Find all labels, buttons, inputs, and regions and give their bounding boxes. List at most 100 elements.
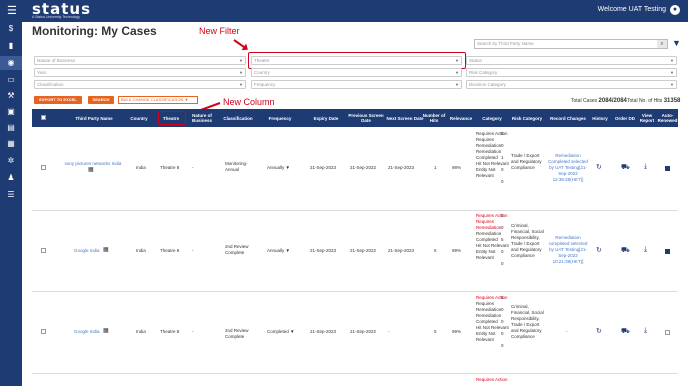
sidebar-tablet-icon[interactable]: ▭	[0, 73, 22, 87]
category-counts: 50000	[501, 295, 504, 348]
order-dd-cart-icon[interactable]: ⛟	[621, 327, 630, 336]
col-next-screen-date[interactable]: Next Screen Date	[386, 109, 424, 127]
search-icon[interactable]: ⌕	[657, 40, 667, 48]
third-party-search-input[interactable]: Search by Third Party Name ⌕	[474, 39, 668, 49]
sidebar-building-icon[interactable]: ▮	[0, 39, 22, 53]
bulk-change-classification-select[interactable]: BULK CHANGE CLASSIFICATION ▼	[118, 96, 198, 104]
order-dd-cart-icon[interactable]: ⛟	[621, 163, 630, 172]
sidebar-gavel-icon[interactable]: ⚒	[0, 89, 22, 103]
annotation-arrow-filter	[233, 39, 247, 50]
risk-category-select[interactable]: Risk Category ▼	[466, 68, 677, 77]
sidebar-monitoring-eye-icon[interactable]: ◉	[0, 56, 22, 70]
filter-icon[interactable]: ▼	[672, 38, 681, 48]
auto-renewed-checkbox[interactable]	[665, 330, 670, 335]
nature-of-business-select[interactable]: Nature of Business ▼	[34, 56, 246, 65]
col-frequency[interactable]: Frequency	[262, 109, 298, 127]
col-auto-renewed: Auto-Renewed	[657, 113, 678, 123]
col-relevance[interactable]: Relevance	[448, 109, 474, 127]
third-party-name-link[interactable]: Google India	[74, 248, 100, 254]
classification-cell: 2nd Review Complete	[225, 244, 249, 255]
sidebar-settings-icon[interactable]: ✲	[0, 154, 22, 168]
table-row[interactable]: Requires Action	[32, 374, 678, 386]
sidebar-list-icon[interactable]: ☰	[0, 188, 22, 202]
sidebar-document-icon[interactable]: ▤	[0, 121, 22, 135]
order-dd-cart-icon[interactable]: ⛟	[621, 246, 630, 255]
history-icon[interactable]: ↻	[596, 246, 602, 254]
user-account-icon[interactable]: ●	[670, 5, 680, 15]
download-report-icon[interactable]: ⤓	[644, 246, 647, 254]
export-to-excel-button[interactable]: EXPORT TO EXCEL	[34, 96, 82, 104]
theatre-cell: Theatre 8	[160, 329, 180, 334]
table-row[interactable]: Google India ▦ India Theatre 8 - 2nd Rev…	[32, 211, 678, 292]
col-history: History	[592, 115, 608, 121]
row-checkbox[interactable]	[41, 329, 46, 334]
col-category: Category	[482, 115, 502, 121]
col-previous-screen-date[interactable]: Previous Screen Date	[346, 109, 386, 127]
country-select[interactable]: Country ▼	[251, 68, 462, 77]
download-report-icon[interactable]: ⤓	[644, 163, 647, 171]
nature-of-business-cell: -	[192, 165, 194, 170]
search-button[interactable]: SEARCH	[88, 96, 114, 104]
col-classification[interactable]: Classification	[219, 109, 257, 127]
history-icon[interactable]: ↻	[596, 163, 602, 171]
hits-cell: 1	[434, 165, 437, 170]
row-checkbox[interactable]	[41, 248, 46, 253]
frequency-select[interactable]: Frequency ▼	[251, 80, 462, 89]
decision-category-select[interactable]: Decision Category ▼	[466, 80, 677, 89]
col-view-report: View Report	[639, 113, 655, 123]
frequency-dropdown[interactable]: Annually ▼	[267, 248, 290, 254]
select-all-checkbox[interactable]	[41, 115, 46, 120]
year-select[interactable]: Year ▼	[34, 68, 246, 77]
status-select[interactable]: Status ▼	[466, 56, 677, 65]
app-logo[interactable]: status	[32, 2, 91, 17]
hamburger-menu-icon[interactable]: ☰	[7, 5, 17, 17]
category-counts: 00100	[501, 131, 504, 184]
annotation-new-filter: New Filter	[199, 26, 240, 36]
welcome-text: Welcome UAT Testing	[597, 6, 666, 13]
app-logo-subtitle: A Status University Technology	[32, 15, 80, 19]
col-country[interactable]: Country	[126, 109, 152, 127]
total-cases: Total Cases 2084/2084	[571, 98, 627, 104]
sidebar-chart-icon[interactable]: ▦	[0, 137, 22, 151]
relevance-cell: 98%	[452, 165, 462, 170]
total-hits: Total No. of Hits 31358	[627, 98, 681, 104]
sidebar-box-icon[interactable]: ▣	[0, 105, 22, 119]
frequency-dropdown[interactable]: Annually ▼	[267, 165, 290, 171]
frequency-dropdown[interactable]: Completed ▼	[267, 329, 294, 335]
risk-category-cell: Trade / Export and Regulatory Compliance	[511, 153, 542, 170]
sidebar-user-icon[interactable]: ♟	[0, 171, 22, 185]
row-checkbox[interactable]	[41, 165, 46, 170]
new-column-highlight	[158, 111, 186, 125]
category-list: Requires Action	[476, 377, 508, 382]
theatre-cell: Theatre 8	[160, 248, 180, 253]
col-third-party-name[interactable]: Third Party Name	[62, 109, 126, 127]
table-row[interactable]: Google India ▦ India Theatre 8 - 2nd Rev…	[32, 292, 678, 374]
country-cell: India	[136, 329, 146, 334]
country-cell: India	[136, 165, 146, 170]
auto-renewed-checkbox[interactable]	[665, 249, 670, 254]
theatre-cell: Theatre 8	[160, 165, 180, 170]
risk-category-cell: Criminal, Financial, Social Responsibili…	[511, 304, 544, 339]
classification-select[interactable]: Classification ▼	[34, 80, 246, 89]
sidebar-dollar-icon[interactable]: $	[0, 22, 22, 36]
third-party-name-link[interactable]: Google India	[74, 329, 100, 335]
history-icon[interactable]: ↻	[596, 327, 602, 335]
record-changes-cell: Remediation Completed selected by UAT Te…	[548, 153, 588, 182]
col-expiry-date[interactable]: Expiry Date	[306, 109, 346, 127]
table-row[interactable]: sony pictures networks India ▦ India The…	[32, 127, 678, 211]
next-screen-date-cell: 21-Sep-2023	[388, 248, 415, 253]
expiry-date-cell: 21-Sep-2023	[310, 248, 337, 253]
download-report-icon[interactable]: ⤓	[644, 327, 647, 335]
col-order-dd: Order DD	[614, 115, 635, 121]
relevance-cell: 99%	[452, 329, 462, 334]
auto-renewed-checkbox[interactable]	[665, 166, 670, 171]
col-number-of-hits[interactable]: Number of Hits	[422, 109, 446, 127]
hits-cell: 5	[434, 248, 437, 253]
col-record-changes: Record Changes	[550, 115, 586, 121]
new-filter-highlight	[248, 52, 466, 69]
record-changes-cell: Remediation completed selected by UAT Te…	[548, 235, 588, 264]
col-nature-of-business[interactable]: Nature of Business	[188, 109, 216, 127]
risk-category-cell: Criminal, Financial, Social Responsibili…	[511, 223, 544, 258]
entity-icon: ▦	[103, 247, 109, 253]
next-screen-date-cell: -	[388, 329, 390, 334]
